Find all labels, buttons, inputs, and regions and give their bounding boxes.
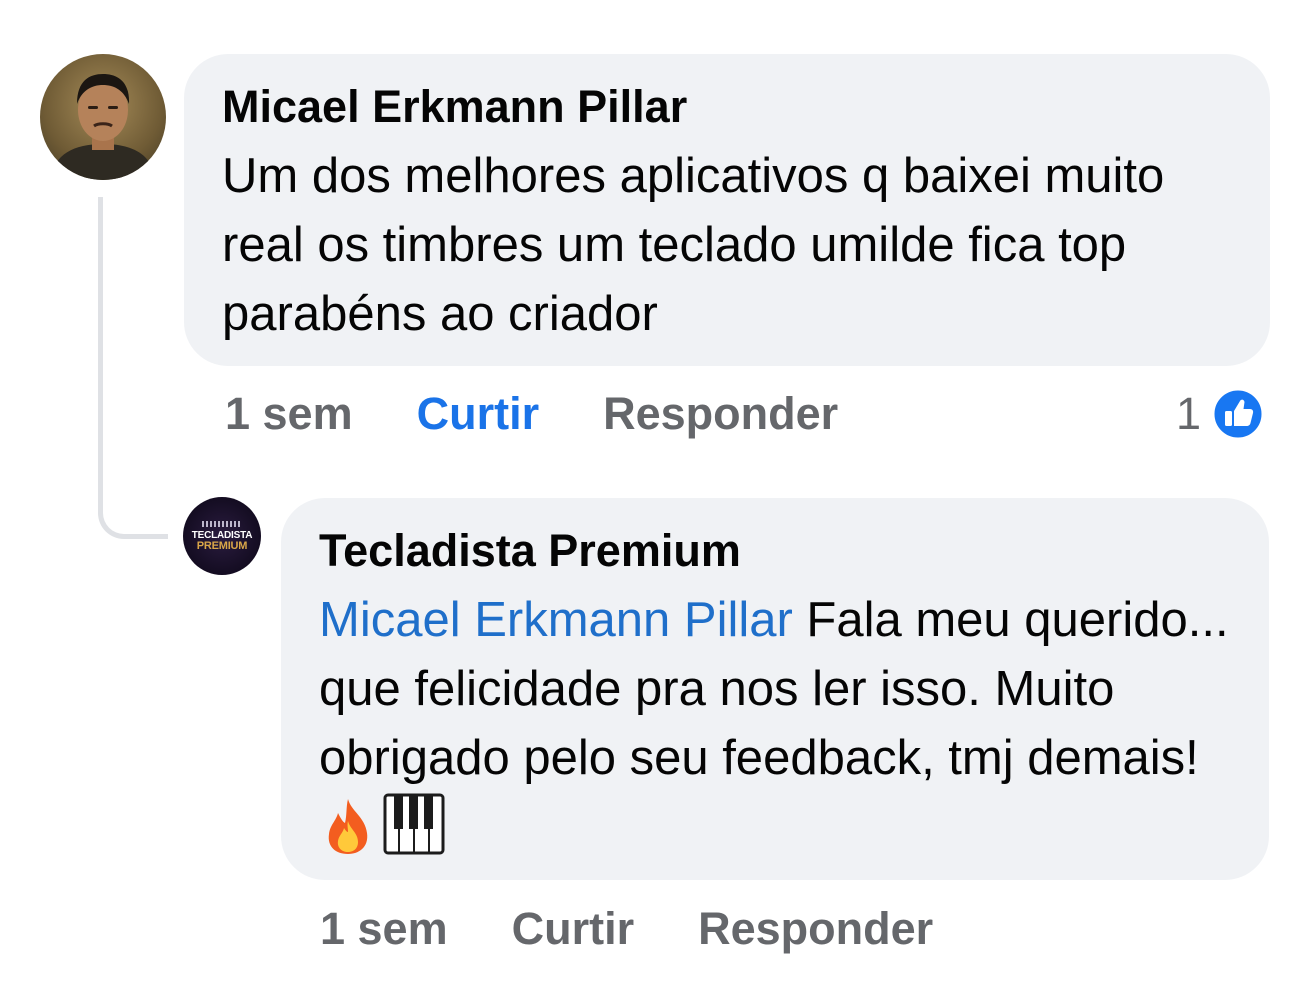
logo-text-line2: PREMIUM <box>196 539 248 552</box>
like-button[interactable]: Curtir <box>512 903 635 955</box>
comment-author[interactable]: Micael Erkmann Pillar <box>222 80 1232 134</box>
logo-text-line1: TECLADISTA <box>191 529 253 541</box>
reply-thread-line <box>98 197 168 539</box>
reply-author[interactable]: Tecladista Premium <box>319 524 1231 578</box>
piano-icon <box>383 793 445 855</box>
comment-actions: 1 sem Curtir Responder <box>225 388 838 440</box>
reply-timestamp[interactable]: 1 sem <box>320 903 448 955</box>
avatar[interactable] <box>40 54 166 180</box>
reaction-count: 1 <box>1176 388 1202 439</box>
comment-bubble: Micael Erkmann Pillar Um dos melhores ap… <box>184 54 1270 366</box>
page-avatar[interactable]: TECLADISTA PREMIUM <box>183 497 261 575</box>
comment-text: Um dos melhores aplicativos q baixei mui… <box>222 149 1165 341</box>
reply-text: Micael Erkmann Pillar Fala meu querido..… <box>319 586 1231 868</box>
reaction-summary[interactable]: 1 <box>1176 384 1265 444</box>
reply-actions: 1 sem Curtir Responder <box>320 903 933 955</box>
mention-link[interactable]: Micael Erkmann Pillar <box>319 593 793 647</box>
comment-timestamp[interactable]: 1 sem <box>225 388 353 440</box>
reply-button[interactable]: Responder <box>698 903 933 955</box>
reply-button[interactable]: Responder <box>603 388 838 440</box>
user-photo-avatar-icon <box>50 74 156 180</box>
reply-bubble: Tecladista Premium Micael Erkmann Pillar… <box>281 498 1269 880</box>
fire-icon <box>328 799 368 854</box>
piano-keys-icon <box>202 520 242 527</box>
like-button[interactable]: Curtir <box>417 388 540 440</box>
thumbs-up-icon <box>1211 387 1265 441</box>
